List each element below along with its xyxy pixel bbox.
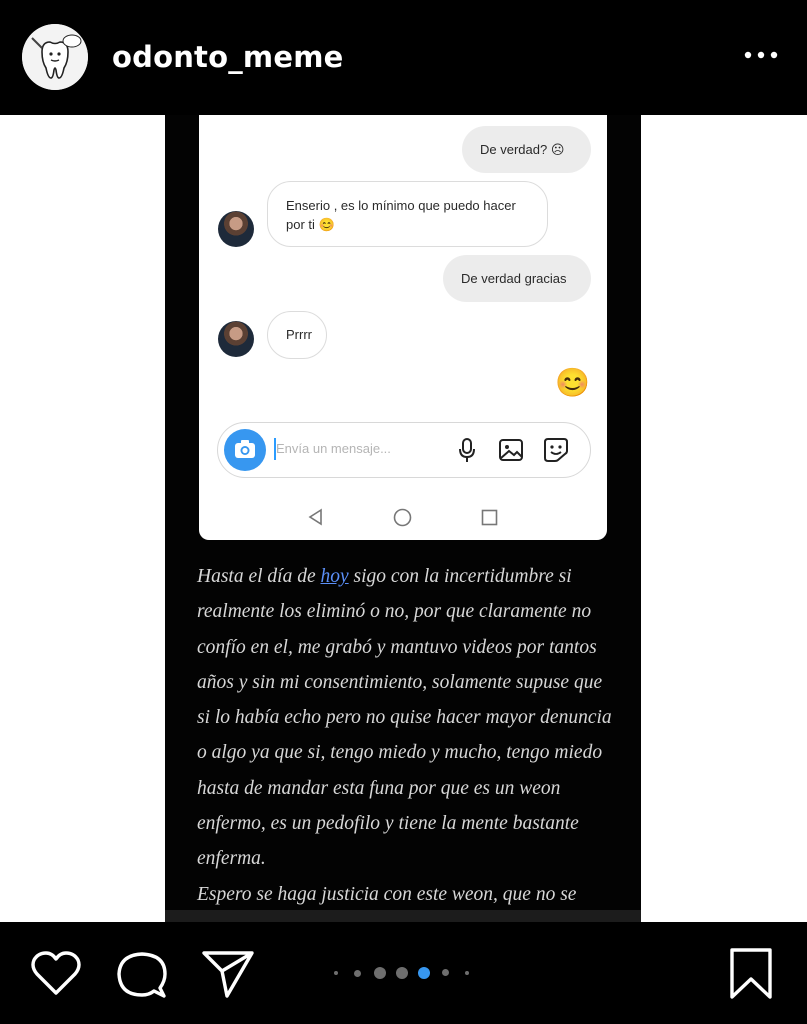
comment-icon[interactable] xyxy=(116,950,168,1000)
camera-icon xyxy=(235,440,255,458)
message-input[interactable]: Envía un mensaje... xyxy=(276,441,391,456)
carousel-dot-active xyxy=(418,967,430,979)
message-bubble-received: Prrrr xyxy=(267,311,327,359)
carousel-dot xyxy=(334,971,338,975)
message-text: De verdad? ☹ xyxy=(480,142,565,157)
story-text-part: Hasta el día de xyxy=(197,566,321,587)
tooth-cartoon-icon xyxy=(22,24,88,90)
message-bubble-received: Enserio , es lo mínimo que puedo hacer p… xyxy=(267,181,548,247)
contact-avatar xyxy=(218,321,254,357)
image-bottom-edge xyxy=(165,910,641,922)
message-composer[interactable]: Envía un mensaje... xyxy=(217,422,591,478)
story-text: Hasta el día de hoy sigo con la incertid… xyxy=(197,559,617,912)
post-actions-bar xyxy=(0,922,807,1024)
story-text-part: Espero se haga justicia con este weon, q… xyxy=(197,883,577,905)
sticker-icon[interactable] xyxy=(542,437,570,463)
story-text-part: sigo con la incertidumbre si realmente l… xyxy=(197,566,612,870)
post-header: odonto_meme xyxy=(0,0,807,115)
carousel-dot xyxy=(465,971,469,975)
share-icon[interactable] xyxy=(201,949,255,999)
gallery-icon[interactable] xyxy=(498,438,524,462)
message-text: De verdad gracias xyxy=(461,271,567,286)
recents-icon[interactable] xyxy=(481,509,498,526)
message-bubble-sent: De verdad gracias xyxy=(443,255,591,302)
carousel-dot xyxy=(374,967,386,979)
message-bubble-sent: De verdad? ☹ xyxy=(462,126,591,173)
carousel-dot xyxy=(396,967,408,979)
android-nav-bar xyxy=(199,492,607,540)
profile-avatar[interactable] xyxy=(22,24,88,90)
post-image: De verdad? ☹ Enserio , es lo mínimo que … xyxy=(165,115,641,922)
heart-icon[interactable] xyxy=(30,951,82,997)
microphone-icon[interactable] xyxy=(456,437,478,463)
carousel-dot xyxy=(442,969,449,976)
carousel-indicator xyxy=(334,966,474,980)
username[interactable]: odonto_meme xyxy=(112,40,344,74)
camera-button[interactable] xyxy=(224,429,266,471)
message-text: Prrrr xyxy=(286,327,312,342)
emoji-reply: 😊 xyxy=(555,367,590,398)
back-icon[interactable] xyxy=(307,508,325,526)
message-text: Enserio , es lo mínimo que puedo hacer p… xyxy=(286,198,516,232)
story-link: hoy xyxy=(320,566,349,587)
dm-screenshot: De verdad? ☹ Enserio , es lo mínimo que … xyxy=(199,115,607,540)
carousel-dot xyxy=(354,970,361,977)
post-media-area[interactable]: De verdad? ☹ Enserio , es lo mínimo que … xyxy=(0,115,807,922)
more-options-button[interactable] xyxy=(743,45,779,65)
more-horizontal-icon xyxy=(744,51,778,59)
home-icon[interactable] xyxy=(393,508,412,527)
bookmark-icon[interactable] xyxy=(728,947,774,1001)
contact-avatar xyxy=(218,211,254,247)
